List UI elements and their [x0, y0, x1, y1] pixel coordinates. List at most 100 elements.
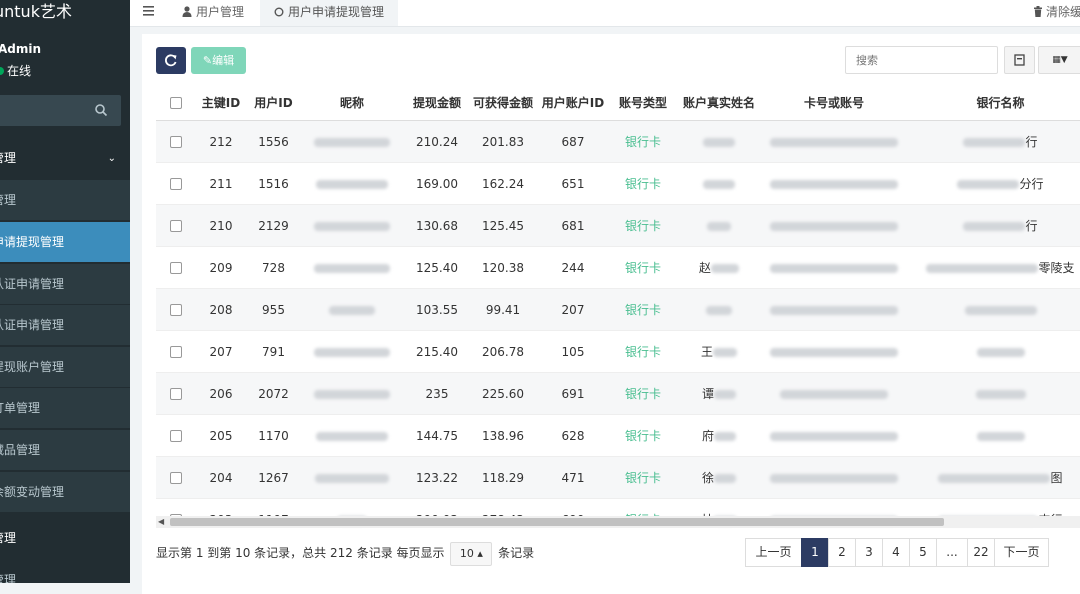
scroll-left-icon[interactable]: ◀	[158, 516, 164, 528]
blurred-bank	[964, 305, 1037, 315]
sidebar-item[interactable]: 认证申请管理	[0, 305, 130, 345]
sidebar: untuk艺术 Admin 在线 管理 ⌄ 管理 申请提现管理 认证申请管理 认…	[0, 0, 130, 583]
page-info: 显示第 1 到第 10 条记录，总共 212 条记录 每页显示 10 ▴ 条记录	[156, 541, 534, 566]
cell-account-id: 651	[535, 162, 611, 205]
app-brand[interactable]: untuk艺术	[0, 0, 130, 26]
sidebar-item[interactable]: 藏品管理	[0, 430, 130, 470]
column-header[interactable]: 可获得金额	[471, 84, 535, 121]
bank-suffix: 零陵支	[1038, 261, 1075, 275]
select-cell[interactable]	[156, 246, 196, 289]
select-cell[interactable]	[156, 372, 196, 415]
online-dot-icon	[0, 67, 4, 75]
table-row[interactable]: 210 2129 130.68 125.45 681 银行卡 行	[156, 204, 1080, 247]
row-checkbox[interactable]	[170, 262, 182, 274]
table-row[interactable]: 204 1267 123.22 118.29 471 银行卡 徐 图	[156, 456, 1080, 499]
row-checkbox[interactable]	[170, 388, 182, 400]
table-row[interactable]: 212 1556 210.24 201.83 687 银行卡 行	[156, 120, 1080, 163]
blurred-card-number	[770, 473, 898, 483]
cell-account-type: 银行卡	[611, 330, 675, 373]
column-header[interactable]: 用户账户ID	[535, 84, 611, 121]
cell-account-type: 银行卡	[611, 414, 675, 457]
tab-withdraw-management[interactable]: 用户申请提现管理	[260, 0, 399, 26]
column-header[interactable]: 卡号或账号	[763, 84, 905, 121]
sidebar-group-manage[interactable]: 管理 ⌄	[0, 140, 130, 177]
table-row[interactable]: 211 1516 169.00 162.24 651 银行卡 分行	[156, 162, 1080, 205]
row-checkbox[interactable]	[170, 472, 182, 484]
select-all-cell[interactable]	[156, 84, 196, 121]
clear-cache-button[interactable]: 清除缓	[1033, 0, 1080, 26]
page-button[interactable]: 2	[828, 538, 856, 567]
export-button[interactable]	[1004, 46, 1035, 74]
hamburger-icon[interactable]	[142, 4, 156, 18]
table-row[interactable]: 207 791 215.40 206.78 105 银行卡 王	[156, 330, 1080, 373]
refresh-button[interactable]	[156, 47, 186, 74]
column-header[interactable]: 账号类型	[611, 84, 675, 121]
sidebar-item[interactable]: 认证申请管理	[0, 264, 130, 304]
column-header[interactable]: 账户真实姓名	[675, 84, 763, 121]
select-cell[interactable]	[156, 204, 196, 247]
sidebar-item-withdraw[interactable]: 申请提现管理	[0, 222, 130, 262]
table-row[interactable]: 205 1170 144.75 138.96 628 银行卡 府	[156, 414, 1080, 457]
scrollbar-thumb[interactable]	[170, 518, 944, 526]
prev-page-button[interactable]: 上一页	[745, 538, 802, 567]
sidebar-item[interactable]: 余额变动管理	[0, 472, 130, 512]
sidebar-item[interactable]: 管理	[0, 180, 130, 220]
horizontal-scrollbar[interactable]: ◀	[156, 516, 1080, 528]
sidebar-item-label: 提现账户管理	[0, 360, 65, 374]
columns-toggle-button[interactable]: ▦▼	[1038, 46, 1080, 74]
tab-label: 用户管理	[196, 5, 245, 19]
table-row[interactable]: 209 728 125.40 120.38 244 银行卡 赵 零陵支	[156, 246, 1080, 289]
sidebar-search[interactable]	[0, 95, 121, 126]
cell-bank-name: 分行	[905, 162, 1080, 205]
sidebar-item-label: 藏品管理	[0, 443, 41, 457]
tab-user-management[interactable]: 用户管理	[182, 0, 244, 26]
column-header[interactable]: 银行名称	[905, 84, 1080, 121]
user-icon	[182, 6, 192, 17]
table-row[interactable]: 208 955 103.55 99.41 207 银行卡	[156, 288, 1080, 331]
page-button[interactable]: 4	[882, 538, 910, 567]
search-input[interactable]	[845, 46, 998, 74]
row-checkbox[interactable]	[170, 178, 182, 190]
row-checkbox[interactable]	[170, 136, 182, 148]
column-header[interactable]: 提现金额	[403, 84, 471, 121]
edit-button[interactable]: ✎编辑	[191, 47, 246, 74]
sidebar-group-label: 管理	[0, 531, 17, 545]
row-checkbox[interactable]	[170, 220, 182, 232]
select-cell[interactable]	[156, 288, 196, 331]
select-cell[interactable]	[156, 162, 196, 205]
grid-icon: ▦▼	[1052, 55, 1068, 65]
column-header[interactable]: 主键ID	[196, 84, 246, 121]
column-header[interactable]: 昵称	[301, 84, 403, 121]
page-button[interactable]: 3	[855, 538, 883, 567]
sidebar-group[interactable]: 管理	[0, 560, 130, 583]
select-cell[interactable]	[156, 120, 196, 163]
column-header[interactable]: 用户ID	[246, 84, 301, 121]
select-cell[interactable]	[156, 330, 196, 373]
cell-id: 210	[196, 204, 246, 247]
circle-icon	[274, 7, 284, 17]
edit-label: 编辑	[212, 54, 235, 67]
select-cell[interactable]	[156, 456, 196, 499]
select-all-checkbox[interactable]	[170, 96, 182, 109]
row-checkbox[interactable]	[170, 430, 182, 442]
page-button[interactable]: 1	[801, 538, 829, 567]
cell-account-id: 681	[535, 204, 611, 247]
blurred-bank	[976, 431, 1025, 441]
sidebar-item[interactable]: 订单管理	[0, 388, 130, 428]
page-button[interactable]: 22	[967, 538, 995, 567]
cell-bank-name	[905, 330, 1080, 373]
blurred-nickname	[314, 347, 390, 357]
row-checkbox[interactable]	[170, 304, 182, 316]
refresh-icon	[164, 54, 177, 67]
bank-suffix: 分行	[1019, 177, 1044, 191]
sidebar-group[interactable]: 管理	[0, 518, 130, 558]
next-page-button[interactable]: 下一页	[994, 538, 1049, 567]
table-row[interactable]: 206 2072 235 225.60 691 银行卡 谭	[156, 372, 1080, 415]
cell-nickname	[301, 204, 403, 247]
page-size-select[interactable]: 10 ▴	[450, 541, 493, 566]
select-cell[interactable]	[156, 414, 196, 457]
cell-net-amount: 99.41	[471, 288, 535, 331]
row-checkbox[interactable]	[170, 346, 182, 358]
sidebar-item[interactable]: 提现账户管理	[0, 347, 130, 387]
page-button[interactable]: 5	[909, 538, 937, 567]
